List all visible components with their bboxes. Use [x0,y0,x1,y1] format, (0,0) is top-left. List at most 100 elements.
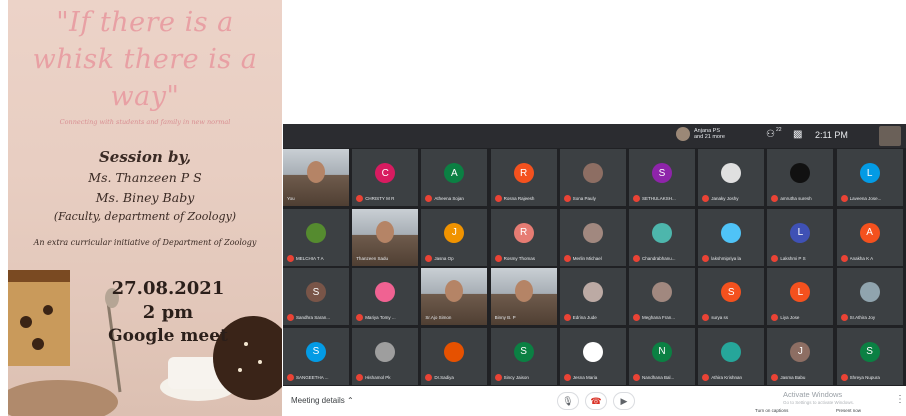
participant-photo-avatar [721,163,742,183]
camera-icon: ▶ [620,395,628,406]
camera-button[interactable]: ▶ [613,392,635,410]
participant-tile[interactable]: Sr.Athira Joy [836,268,903,325]
people-icon[interactable]: ⚇ [766,129,775,140]
participant-photo-avatar [652,222,672,243]
participant-tile[interactable]: J Jasna Op [421,208,488,266]
participant-tile[interactable]: Chandrabhanu... [629,208,695,266]
participant-name: Shreya Nupura [849,374,880,380]
participant-name: Edrina Jude [572,315,597,320]
participant-name: Dr.Sadiya [434,374,454,380]
participant-name: Meghana Fran... [642,315,676,320]
self-view-thumbnail[interactable] [879,126,901,146]
participant-photo-avatar [375,282,396,302]
participant-name: lakshmipriya la [711,255,741,261]
poster-speaker-2: Ms. Biney Baby [95,190,195,205]
participant-tile[interactable]: Ssurya ss [698,268,765,325]
participant-tile[interactable]: Mariya Tomy ... [352,268,419,325]
participant-photo-avatar [582,282,603,302]
poster-tagline-line2: whisk there is a [32,44,258,75]
participant-tile[interactable]: J Jasma Babu [767,327,834,385]
chat-icon[interactable]: ▩ [793,129,802,140]
poster-subtitle: Connecting with students and family in n… [59,118,231,126]
participant-face [514,280,533,302]
mic-muted-icon [563,373,571,381]
participant-tile[interactable]: C CHRISTY M R [352,149,419,206]
participant-tile[interactable]: Hishamol Pk [352,327,419,385]
participant-name: Jasna Op [434,255,454,261]
participant-name: Laveena Jose... [849,196,882,201]
mic-muted-icon [633,314,640,321]
mic-muted-icon [563,314,571,321]
more-options-icon[interactable]: ⋮ [895,394,905,405]
participant-tile[interactable]: R Rosmy Thomas [490,208,557,266]
meet-top-bar: Anjana PS and 21 more ⚇ 22 ▩ 2:11 PM [283,124,906,148]
participant-tile[interactable]: Athira Krishnan [698,327,765,385]
mic-muted-icon [287,314,294,321]
participant-tile[interactable]: N Nandhana Bal... [629,327,695,385]
captions-button[interactable]: Turn on captions [755,408,788,413]
present-now-button[interactable]: Present now [836,408,861,413]
participant-tile[interactable]: Janaky Joshy [698,149,765,206]
participant-tile[interactable]: You [283,149,349,206]
participant-tile[interactable]: A Atheena Sojan [421,149,488,206]
mic-muted-icon [633,373,640,381]
participant-tile[interactable]: lakshmipriya la [698,208,765,266]
participant-photo-avatar [582,222,603,243]
participant-photo-avatar [652,282,672,302]
participant-tile[interactable]: L Liya Jose [767,268,834,325]
participant-initial-avatar: S [513,341,534,362]
participant-name: Sr.Athira Joy [849,315,876,320]
meeting-clock: 2:11 PM [815,130,848,140]
participant-tile[interactable]: MELCHIA T A [283,208,349,266]
participant-tile[interactable]: amrutha suresh [767,149,834,206]
participant-tile[interactable]: L Laveena Jose... [836,149,903,206]
poster-tagline-line3: way" [110,81,180,112]
mic-muted-icon [840,373,848,381]
participant-tile[interactable]: Binny B. P [490,268,557,325]
mic-muted-icon [356,373,364,381]
presenter-avatar [676,127,690,141]
mic-muted-icon [425,195,433,202]
participant-tile[interactable]: Dr.Sadiya [421,327,488,385]
participant-tile[interactable]: Merlin Michael [559,208,626,266]
participant-tile[interactable]: S SETHULAKSH... [629,149,695,206]
microphone-button[interactable]: 🎙 [557,392,579,410]
poster-session-by: Session by, [98,148,192,166]
participant-name: Sandhra Saran... [296,315,331,320]
participant-photo-avatar [721,341,742,362]
poster-time: 2 pm [142,302,194,323]
mic-muted-icon [356,314,364,321]
participant-tile[interactable]: Jesna Maria [559,327,626,385]
participant-tile[interactable]: L Lakshmi P S [767,208,834,266]
mic-muted-icon [771,254,779,262]
participant-tile[interactable]: S Shreya Nupura [836,327,903,385]
poster-tagline-line1: "If there is a [56,7,234,38]
participant-face [445,280,464,302]
event-poster: "If there is a whisk there is a way" Con… [8,0,282,416]
participant-tile[interactable]: R Rosna Rajeesh [490,149,557,206]
mic-muted-icon [840,195,848,202]
participants-count: 22 [776,127,782,133]
activate-windows-subtext: Go to Settings to activate Windows. [783,400,855,405]
participant-name: Jasma Babu [780,374,806,380]
participant-tile[interactable]: S SANGEETHA ... [283,327,349,385]
participant-tile[interactable]: A Anakha K A [836,208,903,266]
participant-tile[interactable]: Sr.Ajo Simon [421,268,488,325]
participant-tile[interactable]: Edrina Jude [559,268,626,325]
mic-muted-icon [771,373,779,381]
microphone-icon: 🎙 [562,395,574,406]
presenter-info[interactable]: Anjana PS and 21 more [676,127,738,141]
participant-initial-avatar: L [790,282,811,302]
mic-muted-icon [633,195,640,202]
participant-tile[interactable]: Thanzeen Sadu [352,208,419,266]
participant-name: Athira Krishnan [711,374,742,380]
end-call-icon: ☎ [590,395,602,406]
end-call-button[interactable]: ☎ [585,392,607,410]
participant-tile[interactable]: Sona Pauly [559,149,626,206]
participant-tile[interactable]: S Sandhra Saran... [283,268,349,325]
participant-initial-avatar: R [513,163,534,183]
participant-tile[interactable]: S Sincy Jaison [490,327,557,385]
mic-muted-icon [425,373,433,381]
meeting-details-button[interactable]: Meeting details ⌃ [291,396,354,405]
participant-tile[interactable]: Meghana Fran... [629,268,695,325]
